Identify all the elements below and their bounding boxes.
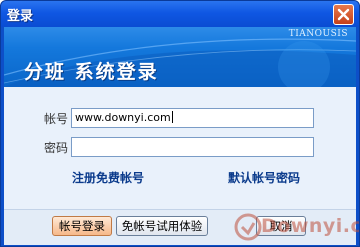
close-icon (337, 8, 350, 21)
password-label: 密码 (44, 141, 69, 155)
button-bar: 帐号登录 免帐号试用体验 取消 (4, 209, 356, 245)
brand-logo-text: TIANOUSIS (288, 29, 348, 39)
account-label: 帐号 (44, 112, 69, 126)
text-caret (171, 111, 173, 123)
password-input[interactable] (71, 137, 314, 157)
account-value: www.downyi.com (75, 111, 171, 124)
account-login-button[interactable]: 帐号登录 (52, 216, 112, 236)
register-free-account-link[interactable]: 注册免费帐号 (72, 169, 144, 186)
login-window: 登录 TIANOUSIS 分班 系统登录 帐号 www.downyi.com 密… (0, 0, 360, 247)
banner-title: 分班 系统登录 (24, 61, 159, 83)
title-bar[interactable]: 登录 (1, 1, 359, 27)
trial-without-account-button[interactable]: 免帐号试用体验 (116, 216, 208, 236)
cancel-button[interactable]: 取消 (256, 216, 306, 236)
banner: TIANOUSIS 分班 系统登录 (4, 27, 356, 87)
window-title: 登录 (7, 9, 34, 24)
default-account-password-link[interactable]: 默认帐号密码 (228, 169, 300, 186)
close-button[interactable] (333, 4, 354, 25)
login-form: 帐号 www.downyi.com 密码 注册免费帐号 默认帐号密码 (4, 87, 356, 209)
account-input[interactable]: www.downyi.com (71, 108, 314, 128)
